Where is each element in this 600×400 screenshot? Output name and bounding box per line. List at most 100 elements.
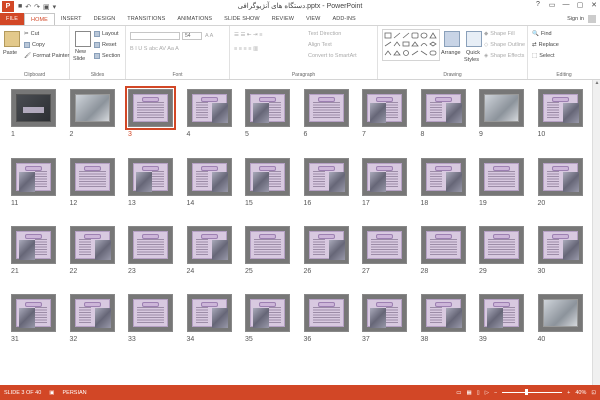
tab-slide-show[interactable]: SLIDE SHOW [218,13,266,25]
slide-thumbnail[interactable] [69,294,115,332]
tab-review[interactable]: REVIEW [266,13,300,25]
quick-styles-button[interactable]: Quick [466,50,480,56]
slide-thumbnail[interactable] [537,294,583,332]
arrange-icon[interactable] [444,31,460,47]
zoom-out-icon[interactable]: − [494,390,497,396]
tab-design[interactable]: DESIGN [88,13,122,25]
quick-styles-button-2[interactable]: Styles [464,57,479,63]
slide-thumbnail[interactable] [362,158,407,196]
slide-thumbnail[interactable] [303,158,349,196]
slide-thumbnail[interactable] [69,89,115,127]
align-buttons[interactable]: ≡ ≡ ≡ ≡ ▥ [234,46,258,52]
find-button[interactable]: 🔍 Find [532,31,552,37]
paste-icon[interactable] [4,31,20,47]
slide-thumbnail[interactable] [537,226,583,264]
save-icon[interactable]: ■ [18,3,22,10]
normal-view-icon[interactable]: ▭ [456,390,461,396]
slide-thumbnail[interactable] [128,226,173,264]
shape-outline-button[interactable]: ◇ Shape Outline [484,42,525,48]
tab-view[interactable]: VIEW [300,13,326,25]
slide-thumbnail[interactable] [479,89,524,127]
slide-thumbnail[interactable] [420,158,466,196]
slide-sorter-view-icon[interactable]: ▦ [466,390,471,396]
slide-thumbnail[interactable] [186,158,232,196]
vertical-scrollbar[interactable]: ▲ [592,80,600,385]
convert-smartart-button[interactable]: Convert to SmartArt [308,53,357,59]
slide-thumbnail[interactable] [69,158,115,196]
slide-thumbnail[interactable] [537,158,583,196]
shape-fill-button[interactable]: ◆ Shape Fill [484,31,515,37]
arrange-button[interactable]: Arrange [441,50,461,56]
slide-thumbnail[interactable] [128,158,173,196]
zoom-level[interactable]: 40% [575,390,586,396]
text-direction-button[interactable]: Text Direction [308,31,341,37]
tab-animations[interactable]: ANIMATIONS [171,13,218,25]
redo-icon[interactable]: ↷ [34,3,40,11]
section-button[interactable]: Section [94,53,120,59]
replace-button[interactable]: ⇄ Replace [532,42,559,48]
slide-thumbnail[interactable] [479,226,524,264]
slide-thumbnail[interactable] [245,158,290,196]
scroll-up-icon[interactable]: ▲ [593,80,600,88]
slide-thumbnail[interactable] [245,294,290,332]
slide-thumbnail[interactable] [11,89,56,127]
font-size-input[interactable]: 54 [182,32,202,40]
customize-qat-icon[interactable]: ▾ [53,3,57,11]
slide-thumbnail[interactable] [11,294,56,332]
language-indicator[interactable]: PERSIAN [63,390,87,396]
shape-effects-button[interactable]: ◈ Shape Effects [484,53,524,59]
slide-thumbnail[interactable] [479,158,524,196]
reset-button[interactable]: Reset [94,42,116,48]
slide-thumbnail[interactable] [362,89,407,127]
tab-file[interactable]: FILE [0,13,24,25]
ribbon-display-options-icon[interactable]: ▭ [548,1,556,9]
format-painter-button[interactable]: 🖌 Format Painter [24,53,69,59]
slide-thumbnail[interactable] [125,86,176,130]
font-style-buttons[interactable]: B I U S abc AV Aa A [130,46,179,52]
slide-show-view-icon[interactable]: ▷ [485,390,489,396]
tab-home[interactable]: HOME [24,13,55,25]
grow-shrink-font-buttons[interactable]: A A [205,33,213,39]
slide-thumbnail[interactable] [303,89,349,127]
slide-thumbnail[interactable] [420,226,466,264]
align-text-button[interactable]: Align Text [308,42,332,48]
slide-thumbnail[interactable] [11,226,56,264]
sign-in[interactable]: Sign in [567,15,596,23]
avatar[interactable] [588,15,596,23]
slide-thumbnail[interactable] [245,226,290,264]
select-button[interactable]: ⬚ Select [532,53,555,59]
close-icon[interactable]: ✕ [590,1,598,9]
minimize-icon[interactable]: — [562,1,570,9]
slide-thumbnail[interactable] [69,226,115,264]
slide-thumbnail[interactable] [186,226,232,264]
slide-thumbnail[interactable] [303,226,349,264]
proofing-icon[interactable]: ▣ [49,390,54,396]
slide-thumbnail[interactable] [186,294,232,332]
slide-thumbnail[interactable] [186,89,232,127]
help-icon[interactable]: ? [534,1,542,9]
new-slide-button[interactable]: New [75,49,86,55]
slide-thumbnail[interactable] [245,89,290,127]
cut-button[interactable]: ✂ Cut [24,31,39,37]
sign-in-label[interactable]: Sign in [567,16,584,22]
slide-thumbnail[interactable] [420,89,466,127]
slide-thumbnail[interactable] [11,158,56,196]
fit-to-window-icon[interactable]: ⊡ [591,390,596,396]
font-name-input[interactable] [130,32,180,40]
new-slide-icon[interactable] [75,31,91,47]
slide-thumbnail[interactable] [362,294,407,332]
paste-button[interactable]: Paste [3,50,17,56]
reading-view-icon[interactable]: ▯ [477,390,480,396]
undo-icon[interactable]: ↶ [25,3,31,11]
maximize-icon[interactable]: ▢ [576,1,584,9]
new-slide-button-2[interactable]: Slide [73,56,85,62]
tab-add-ins[interactable]: ADD-INS [326,13,361,25]
list-buttons[interactable]: ☰ ☰ ⇤ ⇥ ≡ [234,32,262,38]
slide-thumbnail[interactable] [303,294,349,332]
slide-thumbnail[interactable] [128,294,173,332]
tab-transitions[interactable]: TRANSITIONS [121,13,171,25]
copy-button[interactable]: Copy [24,42,45,48]
quick-styles-icon[interactable] [466,31,482,47]
zoom-slider-knob[interactable] [524,389,528,395]
slide-thumbnail[interactable] [420,294,466,332]
